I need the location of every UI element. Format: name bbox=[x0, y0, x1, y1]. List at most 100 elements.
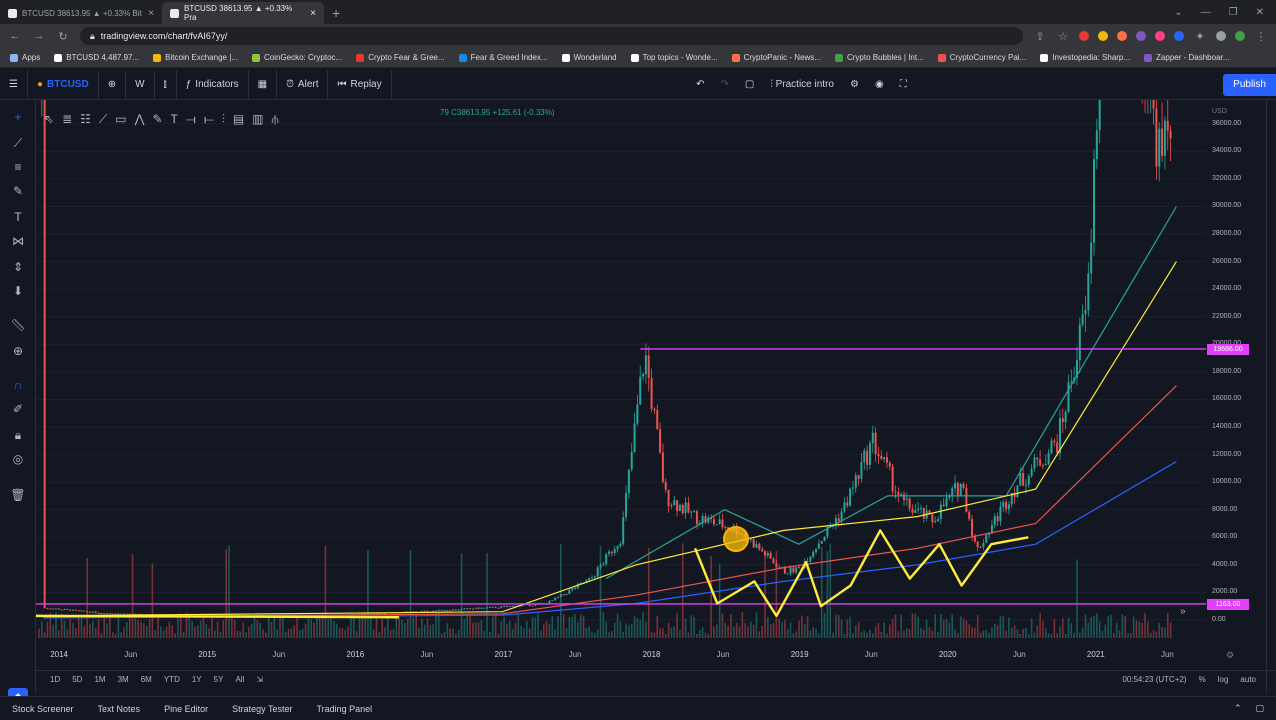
bookmark-item[interactable]: Zapper - Dashboar... bbox=[1144, 53, 1229, 62]
range-button[interactable]: 6M bbox=[141, 675, 152, 684]
goto-date-icon[interactable]: ⇲ bbox=[256, 675, 263, 684]
bookmark-item[interactable]: Fear & Greed Index... bbox=[458, 53, 548, 62]
compare-button[interactable]: ⊕ bbox=[99, 69, 127, 100]
text-icon[interactable]: T bbox=[8, 208, 28, 226]
vertical-line-icon[interactable]: ⫶ bbox=[222, 112, 225, 127]
close-tab-icon[interactable]: × bbox=[310, 8, 316, 19]
text-icon[interactable]: T bbox=[171, 112, 178, 126]
bottom-tab[interactable]: Pine Editor bbox=[152, 704, 220, 714]
close-tab-icon[interactable]: × bbox=[148, 8, 154, 19]
magnet-icon[interactable]: ∩ bbox=[8, 376, 28, 394]
chevron-up-icon[interactable]: ⌃ bbox=[1234, 703, 1242, 714]
bookmark-item[interactable]: Top topics - Wonde... bbox=[630, 53, 718, 62]
range-button[interactable]: 1M bbox=[94, 675, 105, 684]
back-icon[interactable]: ← bbox=[8, 30, 22, 42]
browser-tab-2[interactable]: BTCUSD 38613.95 ▲ +0.33% Pra × bbox=[162, 2, 324, 24]
bookmark-item[interactable]: Apps bbox=[10, 53, 40, 62]
bookmark-item[interactable]: BTCUSD 4,487.97... bbox=[54, 53, 139, 62]
puzzle-icon[interactable]: ✦ bbox=[1193, 30, 1207, 43]
bottom-tab[interactable]: Trading Panel bbox=[304, 704, 384, 714]
templates-button[interactable]: ▦ bbox=[249, 69, 278, 100]
share-icon[interactable]: ⇪ bbox=[1033, 30, 1047, 43]
bookmark-item[interactable]: Crypto Bubbles | Int... bbox=[834, 53, 924, 62]
bottom-tab[interactable]: Strategy Tester bbox=[220, 704, 304, 714]
profile-icon[interactable] bbox=[1216, 31, 1226, 41]
scroll-to-realtime-icon[interactable]: » bbox=[1180, 606, 1186, 617]
range-button[interactable]: 5Y bbox=[214, 675, 224, 684]
indicators-button[interactable]: ƒ Indicators bbox=[177, 69, 249, 100]
arrow-down-icon[interactable]: ⬇ bbox=[8, 282, 28, 300]
range-button[interactable]: 1D bbox=[50, 675, 60, 684]
maximize-panel-icon[interactable]: ▢ bbox=[1255, 703, 1264, 714]
bookmark-item[interactable]: Investopedia: Sharp... bbox=[1040, 53, 1130, 62]
pen-icon[interactable]: ✎ bbox=[152, 112, 162, 126]
reload-icon[interactable]: ↻ bbox=[56, 30, 70, 43]
eye-icon[interactable]: ◎ bbox=[8, 450, 28, 468]
crosshair-icon[interactable]: + bbox=[8, 108, 28, 126]
range-button[interactable]: 1Y bbox=[192, 675, 202, 684]
extension-icon[interactable] bbox=[1174, 31, 1184, 41]
menu-button[interactable]: ☰ bbox=[0, 69, 28, 100]
bookmark-item[interactable]: CoinGecko: Cryptoc... bbox=[251, 53, 342, 62]
bookmark-item[interactable]: Wonderland bbox=[561, 53, 617, 62]
bookmark-item[interactable]: Bitcoin Exchange |... bbox=[153, 53, 238, 62]
symbol-search-button[interactable]: ● BTCUSD bbox=[28, 69, 99, 100]
chart-type-button[interactable]: ⫾ bbox=[155, 69, 177, 100]
fib-icon[interactable]: ≡ bbox=[8, 158, 28, 176]
minimize-icon[interactable]: — bbox=[1201, 7, 1211, 18]
avatar[interactable] bbox=[1235, 31, 1245, 41]
range-button[interactable]: 5D bbox=[72, 675, 82, 684]
bookmark-item[interactable]: CryptoCurrency Pai... bbox=[937, 53, 1026, 62]
bottom-tab[interactable]: Text Notes bbox=[86, 704, 153, 714]
bottom-tab[interactable]: Stock Screener bbox=[0, 704, 86, 714]
bookmark-item[interactable]: Crypto Fear & Gree... bbox=[356, 53, 445, 62]
undo-icon[interactable]: ↶ bbox=[696, 79, 704, 90]
layout-icon[interactable]: ▢ bbox=[745, 79, 754, 90]
more-icon[interactable]: ⋮ bbox=[1254, 30, 1268, 43]
fullscreen-icon[interactable]: ⛶ bbox=[900, 79, 907, 90]
chevron-down-icon[interactable]: ⌄ bbox=[1174, 7, 1182, 18]
scale-toggle[interactable]: auto bbox=[1240, 675, 1256, 684]
pencil-lock-icon[interactable]: ✐ bbox=[8, 400, 28, 418]
new-tab-button[interactable]: + bbox=[324, 5, 348, 24]
ruler-icon[interactable]: 📏︎ bbox=[8, 316, 28, 334]
measure-icon[interactable]: ⇕ bbox=[8, 258, 28, 276]
range-button[interactable]: YTD bbox=[164, 675, 180, 684]
redo-icon[interactable]: ↷ bbox=[721, 79, 729, 90]
scale-toggle[interactable]: log bbox=[1218, 675, 1229, 684]
line-icon[interactable]: ⟋ bbox=[99, 112, 107, 127]
list-icon[interactable]: ≣ bbox=[62, 112, 72, 126]
extension-icon[interactable] bbox=[1155, 31, 1165, 41]
brush-icon[interactable]: ✎ bbox=[8, 182, 28, 200]
polyline-icon[interactable]: ⋀ bbox=[135, 112, 145, 126]
extension-icon[interactable] bbox=[1098, 31, 1108, 41]
star-icon[interactable]: ☆ bbox=[1056, 30, 1070, 43]
url-input[interactable]: 🔒︎ tradingview.com/chart/fvAI67yy/ bbox=[80, 27, 1023, 45]
replay-button[interactable]: ⏮︎ Replay bbox=[328, 69, 392, 100]
practice-dropdown[interactable]: ⫶ Practice intro bbox=[770, 79, 834, 90]
extension-icon[interactable] bbox=[1079, 31, 1089, 41]
gear-icon[interactable]: ⚙ bbox=[1226, 650, 1234, 661]
price-chart[interactable] bbox=[36, 100, 1206, 666]
maximize-icon[interactable]: ❐ bbox=[1229, 7, 1238, 18]
trendline-icon[interactable]: ⟋ bbox=[8, 134, 28, 152]
range-button[interactable]: 3M bbox=[118, 675, 129, 684]
publish-button[interactable]: Publish bbox=[1223, 73, 1276, 96]
range-button[interactable]: All bbox=[235, 675, 244, 684]
extension-icon[interactable] bbox=[1117, 31, 1127, 41]
fork-icon[interactable]: ⫛ bbox=[272, 112, 279, 127]
camera-icon[interactable]: ◉ bbox=[875, 79, 884, 90]
gear-icon[interactable]: ⚙ bbox=[850, 79, 859, 90]
interval-button[interactable]: W bbox=[126, 69, 155, 100]
zoom-icon[interactable]: ⊕ bbox=[8, 342, 28, 360]
lock-icon[interactable]: 🔒︎ bbox=[8, 426, 28, 444]
pattern-icon[interactable]: ⋈ bbox=[8, 232, 28, 250]
cursor-icon[interactable]: ⇖ bbox=[44, 112, 54, 126]
bookmark-item[interactable]: CryptoPanic - News... bbox=[731, 53, 821, 62]
alert-button[interactable]: ⏰︎ Alert bbox=[277, 69, 329, 100]
trash-icon[interactable]: 🗑︎ bbox=[8, 486, 28, 504]
ray-icon[interactable]: ⟝ bbox=[204, 112, 214, 127]
rectangle-icon[interactable]: ▭ bbox=[115, 112, 126, 126]
scale-toggle[interactable]: % bbox=[1199, 675, 1206, 684]
stack-icon[interactable]: ☷ bbox=[80, 112, 91, 126]
